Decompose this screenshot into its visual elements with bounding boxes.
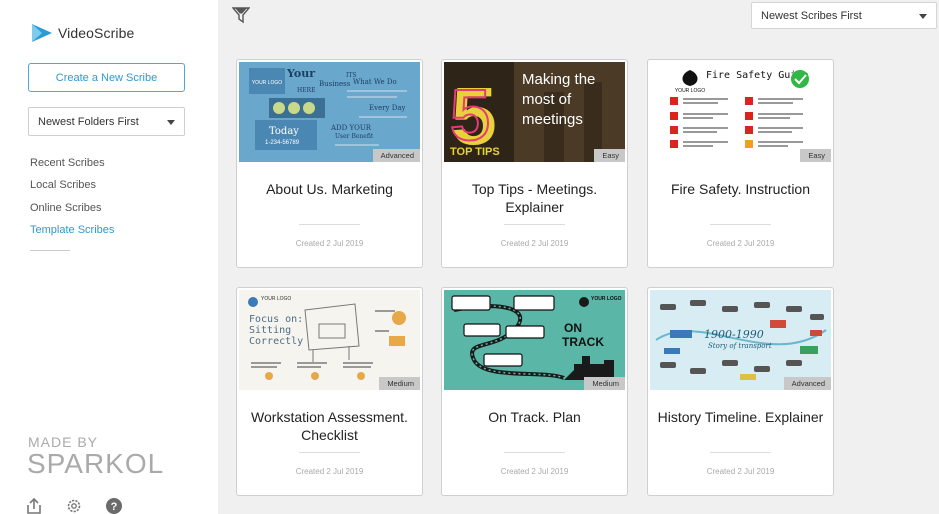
template-card-fire-safety[interactable]: YOUR LOGO Fire Safety Guide Easy Fire Sa… bbox=[647, 59, 834, 268]
chevron-down-icon bbox=[167, 120, 175, 125]
card-date: Created 2 Jul 2019 bbox=[295, 239, 364, 248]
difficulty-badge: Easy bbox=[800, 149, 831, 162]
card-divider bbox=[299, 224, 360, 225]
app-name: VideoScribe bbox=[58, 25, 135, 41]
card-title: History Timeline. Explainer bbox=[657, 409, 824, 425]
template-thumbnail: YOUR LOGO Fire Safety Guide Easy bbox=[650, 62, 831, 162]
card-title: Fire Safety. Instruction bbox=[670, 181, 810, 197]
template-card-history-timeline[interactable]: 1900-1990 Story of transport Advanced Hi… bbox=[647, 287, 834, 496]
thumb-text: ADD YOUR bbox=[330, 124, 372, 132]
sidebar-item-online-scribes[interactable]: Online Scribes bbox=[30, 201, 114, 223]
card-date: Created 2 Jul 2019 bbox=[706, 467, 775, 476]
thumb-text: TOP TIPS bbox=[450, 146, 500, 158]
card-divider bbox=[710, 452, 771, 453]
thumb-text: Today bbox=[269, 126, 299, 137]
app-logo[interactable]: VideoScribe bbox=[30, 22, 134, 44]
template-card-on-track[interactable]: ON TRACK YOUR LOGO Medium On Track. Plan… bbox=[441, 287, 628, 496]
filter-icon[interactable] bbox=[232, 6, 250, 24]
card-divider bbox=[504, 224, 565, 225]
card-title: On Track. Plan bbox=[488, 409, 581, 425]
thumb-text: 1-234-56789 bbox=[265, 140, 300, 146]
template-card-top-tips[interactable]: 5 5 Making the most of meetings TOP TIPS… bbox=[441, 59, 628, 268]
difficulty-badge: Medium bbox=[584, 377, 625, 390]
thumb-text: Correctly bbox=[249, 336, 303, 347]
thumb-text: YOUR LOGO bbox=[675, 88, 705, 94]
card-date: Created 2 Jul 2019 bbox=[295, 467, 364, 476]
scribe-sort-select[interactable]: Newest Scribes First bbox=[751, 2, 937, 29]
thumb-text: meetings bbox=[522, 111, 583, 128]
thumb-text: Sitting bbox=[249, 325, 291, 336]
thumb-text: Focus on: bbox=[249, 314, 303, 325]
card-divider bbox=[299, 452, 360, 453]
card-divider bbox=[504, 452, 565, 453]
folder-sort-select[interactable]: Newest Folders First bbox=[28, 107, 185, 136]
difficulty-badge: Advanced bbox=[783, 377, 831, 390]
card-date: Created 2 Jul 2019 bbox=[500, 239, 569, 248]
sparkol-brand: SPARKOL bbox=[27, 448, 165, 479]
folder-sort-value: Newest Folders First bbox=[38, 115, 139, 128]
sidebar-nav: Recent Scribes Local Scribes Online Scri… bbox=[30, 156, 114, 245]
thumb-text: ON bbox=[564, 321, 582, 335]
thumb-text: YOUR LOGO bbox=[261, 296, 291, 302]
sidebar-item-template-scribes[interactable]: Template Scribes bbox=[30, 223, 114, 245]
thumb-text: User Benefit bbox=[335, 133, 374, 140]
thumb-text: What We Do bbox=[353, 78, 397, 86]
template-card-workstation[interactable]: YOUR LOGO Focus on: Sitting Correctly Me… bbox=[236, 287, 423, 496]
thumb-text: HERE bbox=[297, 87, 316, 94]
card-title: Workstation Assessment. Checklist bbox=[251, 409, 408, 443]
gear-icon[interactable] bbox=[65, 497, 83, 514]
thumb-text: Business bbox=[319, 80, 351, 88]
template-thumbnail: 5 5 Making the most of meetings TOP TIPS… bbox=[444, 62, 625, 162]
bottom-toolbar: ? bbox=[25, 497, 145, 514]
videoscribe-logo-icon bbox=[32, 24, 52, 42]
nav-divider bbox=[30, 250, 70, 251]
difficulty-badge: Medium bbox=[379, 377, 420, 390]
svg-text:5: 5 bbox=[450, 76, 490, 156]
thumb-text: TRACK bbox=[562, 335, 604, 349]
template-thumbnail: ON TRACK YOUR LOGO Medium bbox=[444, 290, 625, 390]
thumb-text: Every Day bbox=[369, 104, 406, 112]
thumb-logo-text: YOUR LOGO bbox=[252, 80, 282, 86]
template-thumbnail: YOUR LOGO Your Business HERE ITS What We… bbox=[239, 62, 420, 162]
sidebar-item-local-scribes[interactable]: Local Scribes bbox=[30, 178, 114, 200]
svg-text:?: ? bbox=[111, 501, 118, 513]
thumb-text: most of bbox=[522, 91, 572, 108]
sidebar: VideoScribe Create a New Scribe Newest F… bbox=[0, 0, 218, 514]
chevron-down-icon bbox=[919, 14, 927, 19]
thumb-text: YOUR LOGO bbox=[591, 296, 622, 302]
help-icon[interactable]: ? bbox=[105, 497, 123, 514]
card-date: Created 2 Jul 2019 bbox=[706, 239, 775, 248]
card-title: Top Tips - Meetings. Explainer bbox=[471, 181, 598, 215]
card-date: Created 2 Jul 2019 bbox=[500, 467, 569, 476]
difficulty-badge: Easy bbox=[594, 149, 625, 162]
upload-icon[interactable] bbox=[25, 497, 43, 514]
sidebar-item-recent-scribes[interactable]: Recent Scribes bbox=[30, 156, 114, 178]
create-new-scribe-button[interactable]: Create a New Scribe bbox=[28, 63, 185, 92]
difficulty-badge: Advanced bbox=[372, 149, 420, 162]
template-thumbnail: YOUR LOGO Focus on: Sitting Correctly Me… bbox=[239, 290, 420, 390]
card-title: About Us. Marketing bbox=[266, 181, 393, 197]
scribe-sort-value: Newest Scribes First bbox=[761, 9, 862, 22]
template-thumbnail: 1900-1990 Story of transport Advanced bbox=[650, 290, 831, 390]
thumb-text: Story of transport bbox=[708, 342, 772, 350]
template-card-about-us[interactable]: YOUR LOGO Your Business HERE ITS What We… bbox=[236, 59, 423, 268]
thumb-text: Making the bbox=[522, 71, 595, 88]
card-divider bbox=[710, 224, 771, 225]
thumb-text: Your bbox=[286, 67, 315, 80]
thumb-text: 1900-1990 bbox=[704, 328, 764, 341]
